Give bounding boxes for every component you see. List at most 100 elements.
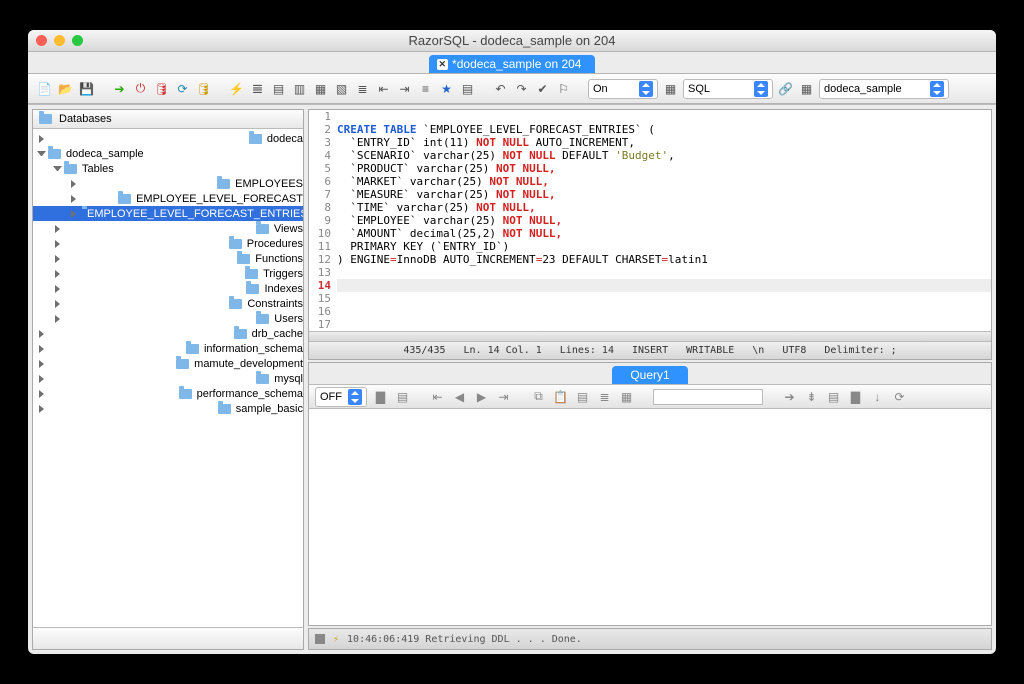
- tree-node[interactable]: sample_basic: [33, 401, 303, 416]
- code-line[interactable]: [337, 305, 991, 318]
- refresh-icon[interactable]: ⟳: [174, 80, 191, 97]
- database-combo[interactable]: dodeca_sample: [819, 79, 949, 99]
- prev-page-icon[interactable]: ◀: [451, 388, 468, 405]
- code-line[interactable]: `ENTRY_ID` int(11) NOT NULL AUTO_INCREME…: [337, 136, 991, 149]
- tool-icon-4[interactable]: ▧: [333, 80, 350, 97]
- code-line[interactable]: [337, 318, 991, 331]
- minimize-window-button[interactable]: [54, 35, 65, 46]
- code-line[interactable]: `PRODUCT` varchar(25) NOT NULL,: [337, 162, 991, 175]
- code-line[interactable]: `MEASURE` varchar(25) NOT NULL,: [337, 188, 991, 201]
- tree-node[interactable]: information_schema: [33, 341, 303, 356]
- tree-node[interactable]: Functions: [33, 251, 303, 266]
- language-combo[interactable]: SQL: [683, 79, 773, 99]
- results-icon-3[interactable]: ▤: [574, 388, 591, 405]
- lightning-icon[interactable]: ⚡: [228, 80, 245, 97]
- chevron-right-icon[interactable]: [39, 329, 228, 338]
- tree-node[interactable]: dodeca_sample: [33, 146, 303, 161]
- autocomplete-combo[interactable]: On: [588, 79, 658, 99]
- stop-icon[interactable]: [315, 634, 325, 644]
- tool-icon-5[interactable]: ≣: [354, 80, 371, 97]
- chevron-right-icon[interactable]: [55, 224, 250, 233]
- disconnect-icon[interactable]: ⏻: [132, 80, 149, 97]
- db-yellow-icon[interactable]: 🛢: [195, 80, 212, 97]
- results-icon-5[interactable]: ▦: [618, 388, 635, 405]
- results-icon-10[interactable]: ⟳: [891, 388, 908, 405]
- code-line[interactable]: [337, 266, 991, 279]
- close-tab-icon[interactable]: ✕: [437, 59, 449, 70]
- tree-node[interactable]: mysql: [33, 371, 303, 386]
- results-icon-2[interactable]: ▤: [394, 388, 411, 405]
- chevron-down-icon[interactable]: [53, 164, 62, 173]
- chevron-right-icon[interactable]: [55, 239, 223, 248]
- tree-node[interactable]: Indexes: [33, 281, 303, 296]
- flag-icon[interactable]: ⚐: [555, 80, 572, 97]
- lightning-icon[interactable]: ⚡: [333, 634, 339, 645]
- code-line[interactable]: `AMOUNT` decimal(25,2) NOT NULL,: [337, 227, 991, 240]
- tree-node[interactable]: Procedures: [33, 236, 303, 251]
- tool-icon-2[interactable]: ▥: [291, 80, 308, 97]
- chevron-right-icon[interactable]: [39, 134, 243, 143]
- tree-node[interactable]: drb_cache: [33, 326, 303, 341]
- zoom-window-button[interactable]: [72, 35, 83, 46]
- code-line[interactable]: [337, 110, 991, 123]
- calendar-icon[interactable]: ▦: [662, 80, 679, 97]
- chevron-right-icon[interactable]: [71, 194, 112, 203]
- tool-icon-1[interactable]: ▤: [270, 80, 287, 97]
- undo-icon[interactable]: ↶: [492, 80, 509, 97]
- tree-node[interactable]: Users: [33, 311, 303, 326]
- paste-icon[interactable]: 📋: [552, 388, 569, 405]
- close-window-button[interactable]: [36, 35, 47, 46]
- code-line[interactable]: [337, 279, 991, 292]
- tree-node[interactable]: Triggers: [33, 266, 303, 281]
- document-tab[interactable]: ✕ *dodeca_sample on 204: [429, 55, 596, 73]
- export-icon[interactable]: ➔: [781, 388, 798, 405]
- chevron-right-icon[interactable]: [55, 284, 240, 293]
- chevron-right-icon[interactable]: [55, 314, 250, 323]
- results-icon-1[interactable]: ▇: [372, 388, 389, 405]
- new-file-icon[interactable]: 📄: [36, 80, 53, 97]
- chevron-right-icon[interactable]: [55, 254, 231, 263]
- star-icon[interactable]: ★: [438, 80, 455, 97]
- navigator-header[interactable]: Databases: [33, 110, 303, 129]
- chevron-right-icon[interactable]: [71, 179, 211, 188]
- results-icon-8[interactable]: ▇: [847, 388, 864, 405]
- chevron-right-icon[interactable]: [55, 269, 239, 278]
- code-line[interactable]: `SCENARIO` varchar(25) NOT NULL DEFAULT …: [337, 149, 991, 162]
- code-line[interactable]: `TIME` varchar(25) NOT NULL,: [337, 201, 991, 214]
- script-icon[interactable]: 𝌆: [249, 80, 266, 97]
- last-page-icon[interactable]: ⇥: [495, 388, 512, 405]
- save-file-icon[interactable]: 💾: [78, 80, 95, 97]
- results-icon-9[interactable]: ↓: [869, 388, 886, 405]
- results-icon-4[interactable]: ≣: [596, 388, 613, 405]
- query-tab[interactable]: Query1: [612, 366, 687, 384]
- code-line[interactable]: [337, 292, 991, 305]
- redo-icon[interactable]: ↷: [513, 80, 530, 97]
- tree-node[interactable]: EMPLOYEE_LEVEL_FORECAST_ENTRIES: [33, 206, 303, 221]
- db-red-icon[interactable]: 🛢: [153, 80, 170, 97]
- code-line[interactable]: CREATE TABLE `EMPLOYEE_LEVEL_FORECAST_EN…: [337, 123, 991, 136]
- chevron-right-icon[interactable]: [39, 389, 173, 398]
- connect-icon[interactable]: ➔: [111, 80, 128, 97]
- next-page-icon[interactable]: ▶: [473, 388, 490, 405]
- first-page-icon[interactable]: ⇤: [429, 388, 446, 405]
- navigator-tree[interactable]: dodecadodeca_sampleTablesEMPLOYEESEMPLOY…: [33, 129, 303, 627]
- tool-icon-6[interactable]: ▤: [459, 80, 476, 97]
- tree-node[interactable]: performance_schema: [33, 386, 303, 401]
- link-icon[interactable]: 🔗: [777, 80, 794, 97]
- align-icon[interactable]: ≡: [417, 80, 434, 97]
- results-search-input[interactable]: [653, 389, 763, 405]
- results-icon-7[interactable]: ▤: [825, 388, 842, 405]
- chevron-right-icon[interactable]: [39, 404, 212, 413]
- tree-node[interactable]: dodeca: [33, 131, 303, 146]
- tree-node[interactable]: Constraints: [33, 296, 303, 311]
- tool-icon-3[interactable]: ▦: [312, 80, 329, 97]
- tree-node[interactable]: EMPLOYEES: [33, 176, 303, 191]
- sql-editor[interactable]: 1 2CREATE TABLE `EMPLOYEE_LEVEL_FORECAST…: [308, 109, 992, 360]
- chevron-right-icon[interactable]: [39, 374, 250, 383]
- chevron-down-icon[interactable]: [37, 149, 46, 158]
- results-off-combo[interactable]: OFF: [315, 387, 367, 407]
- results-grid[interactable]: [309, 409, 991, 625]
- indent-left-icon[interactable]: ⇤: [375, 80, 392, 97]
- chevron-right-icon[interactable]: [39, 344, 180, 353]
- chevron-right-icon[interactable]: [71, 209, 76, 218]
